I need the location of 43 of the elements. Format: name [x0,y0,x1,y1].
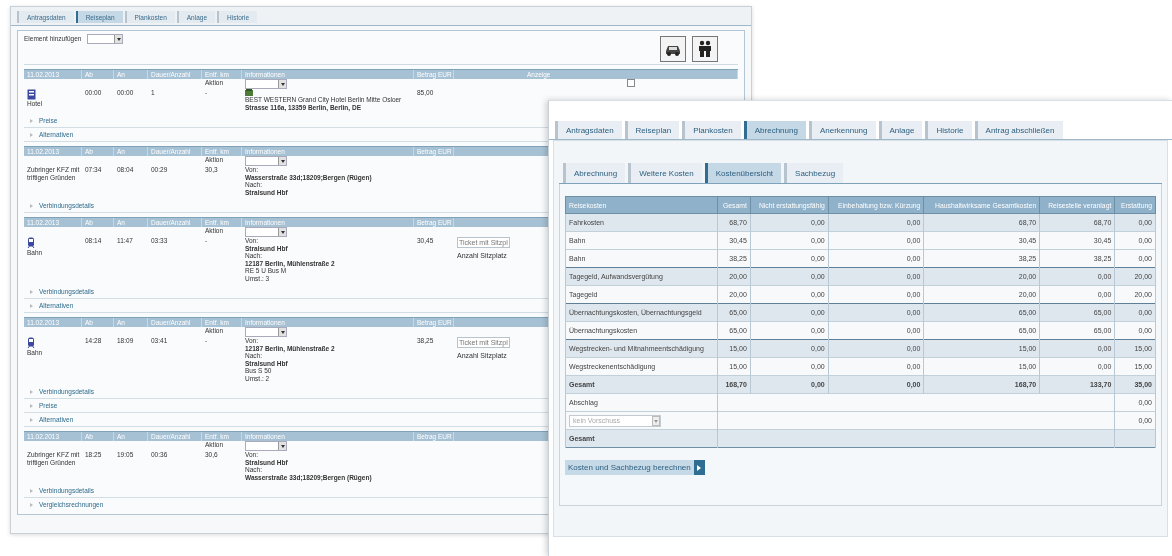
action-select[interactable] [245,441,287,451]
add-element-select[interactable] [87,34,124,44]
tab[interactable]: Antragsdaten [555,121,622,139]
car-icon[interactable] [660,36,686,62]
caret-icon [280,330,285,334]
tab[interactable]: Historie [925,121,972,139]
tab[interactable]: Anerkennung [808,121,876,139]
train-icon [27,337,35,349]
expand-icon [30,502,33,507]
action-select[interactable] [245,156,287,166]
action-select[interactable] [245,327,287,337]
people-icon[interactable] [692,36,718,62]
tab[interactable]: Plankosten [682,121,741,139]
subtab[interactable]: Sachbezug [784,163,844,183]
subtab[interactable]: Weitere Kosten [628,163,702,183]
tab[interactable]: Antrag abschließen [974,121,1063,139]
caret-icon [280,159,285,163]
tab[interactable]: Anlage [878,121,923,139]
expand-icon [30,132,33,137]
expand-icon [30,389,33,394]
expand-icon [30,488,33,493]
checkbox[interactable] [627,79,635,87]
train-icon [27,237,35,249]
arrow-icon [697,464,702,471]
expand-icon [30,203,33,208]
caret-icon [280,444,285,448]
expand-icon [30,417,33,422]
expand-icon [30,403,33,408]
caret-icon [652,415,660,426]
subtab[interactable]: Abrechnung [563,163,626,183]
caret-icon [116,37,121,41]
building-icon [27,89,36,100]
caret-icon [280,230,285,234]
action-select[interactable] [245,227,287,237]
calculate-button[interactable]: Kosten und Sachbezug berechnen [565,460,705,475]
tab[interactable]: Reiseplan [624,121,680,139]
expand-icon [30,118,33,123]
expand-icon [30,303,33,308]
caret-icon [280,82,285,86]
expand-icon [30,289,33,294]
subtab[interactable]: Kostenübersicht [704,163,782,183]
action-select[interactable] [245,79,287,89]
tab[interactable]: Abrechnung [743,121,806,139]
